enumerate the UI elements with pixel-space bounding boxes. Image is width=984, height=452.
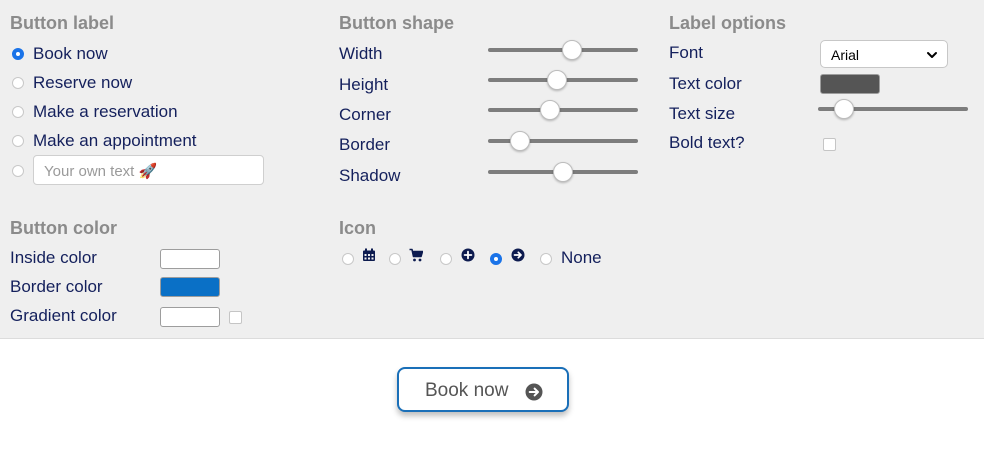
bold-text-label: Bold text? bbox=[669, 133, 745, 152]
gradient-enable-checkbox[interactable] bbox=[229, 311, 242, 324]
text-size-slider[interactable] bbox=[818, 99, 968, 119]
inside-color-label: Inside color bbox=[10, 248, 97, 267]
radio-make-appointment[interactable] bbox=[12, 135, 24, 147]
text-color-label: Text color bbox=[669, 74, 742, 93]
slider-thumb[interactable] bbox=[833, 99, 854, 119]
slider-track bbox=[488, 108, 638, 112]
slider-thumb[interactable] bbox=[547, 70, 567, 90]
chevron-down-icon bbox=[927, 52, 937, 58]
radio-reserve-now[interactable] bbox=[12, 77, 24, 89]
option-label-book-now[interactable]: Book now bbox=[33, 44, 108, 64]
border-label: Border bbox=[339, 135, 391, 154]
radio-icon-calendar[interactable] bbox=[342, 253, 354, 265]
cart-icon bbox=[409, 248, 423, 262]
custom-text-input[interactable]: Your own text 🚀 bbox=[33, 155, 264, 185]
button-color-heading: Button color bbox=[10, 218, 117, 238]
arrow-right-circle-icon bbox=[525, 383, 543, 401]
bold-text-checkbox[interactable] bbox=[823, 138, 836, 151]
slider-thumb[interactable] bbox=[553, 162, 573, 182]
border-color-label: Border color bbox=[10, 277, 103, 296]
text-size-label: Text size bbox=[669, 104, 736, 123]
radio-icon-none[interactable] bbox=[540, 253, 552, 265]
preview-button[interactable]: Book now bbox=[397, 367, 569, 412]
button-label-heading: Button label bbox=[10, 13, 114, 33]
preview-button-label: Book now bbox=[425, 380, 509, 401]
border-color-swatch[interactable] bbox=[160, 277, 220, 297]
radio-icon-cart[interactable] bbox=[389, 253, 401, 265]
option-label-make-appointment[interactable]: Make an appointment bbox=[33, 131, 197, 151]
option-label-reserve-now[interactable]: Reserve now bbox=[33, 73, 132, 93]
width-label: Width bbox=[339, 44, 383, 63]
font-select[interactable]: Arial bbox=[820, 40, 948, 68]
text-color-swatch[interactable] bbox=[820, 74, 880, 94]
arrow-right-circle-icon bbox=[511, 248, 525, 262]
radio-custom-text[interactable] bbox=[12, 165, 24, 177]
label-options-heading: Label options bbox=[669, 13, 786, 33]
plus-circle-icon bbox=[461, 248, 475, 262]
corner-label: Corner bbox=[339, 105, 391, 124]
radio-icon-arrow[interactable] bbox=[490, 253, 502, 265]
height-slider[interactable] bbox=[488, 70, 638, 90]
border-slider[interactable] bbox=[488, 131, 638, 151]
slider-thumb[interactable] bbox=[539, 100, 560, 120]
icon-none-label[interactable]: None bbox=[561, 248, 602, 268]
radio-icon-plus[interactable] bbox=[440, 253, 452, 265]
slider-thumb[interactable] bbox=[509, 131, 530, 151]
calendar-icon bbox=[363, 248, 375, 261]
slider-thumb[interactable] bbox=[562, 40, 582, 60]
radio-make-reservation[interactable] bbox=[12, 106, 24, 118]
corner-slider[interactable] bbox=[488, 100, 638, 120]
gradient-color-swatch[interactable] bbox=[160, 307, 220, 327]
shadow-label: Shadow bbox=[339, 166, 401, 185]
font-select-value: Arial bbox=[831, 47, 860, 63]
inside-color-swatch[interactable] bbox=[160, 249, 220, 269]
button-shape-heading: Button shape bbox=[339, 13, 454, 33]
icon-heading: Icon bbox=[339, 218, 377, 238]
shadow-slider[interactable] bbox=[488, 162, 638, 182]
gradient-color-label: Gradient color bbox=[10, 306, 117, 325]
font-label: Font bbox=[669, 43, 704, 62]
height-label: Height bbox=[339, 75, 389, 94]
option-label-make-reservation[interactable]: Make a reservation bbox=[33, 102, 178, 122]
radio-book-now[interactable] bbox=[12, 48, 24, 60]
width-slider[interactable] bbox=[488, 40, 638, 60]
